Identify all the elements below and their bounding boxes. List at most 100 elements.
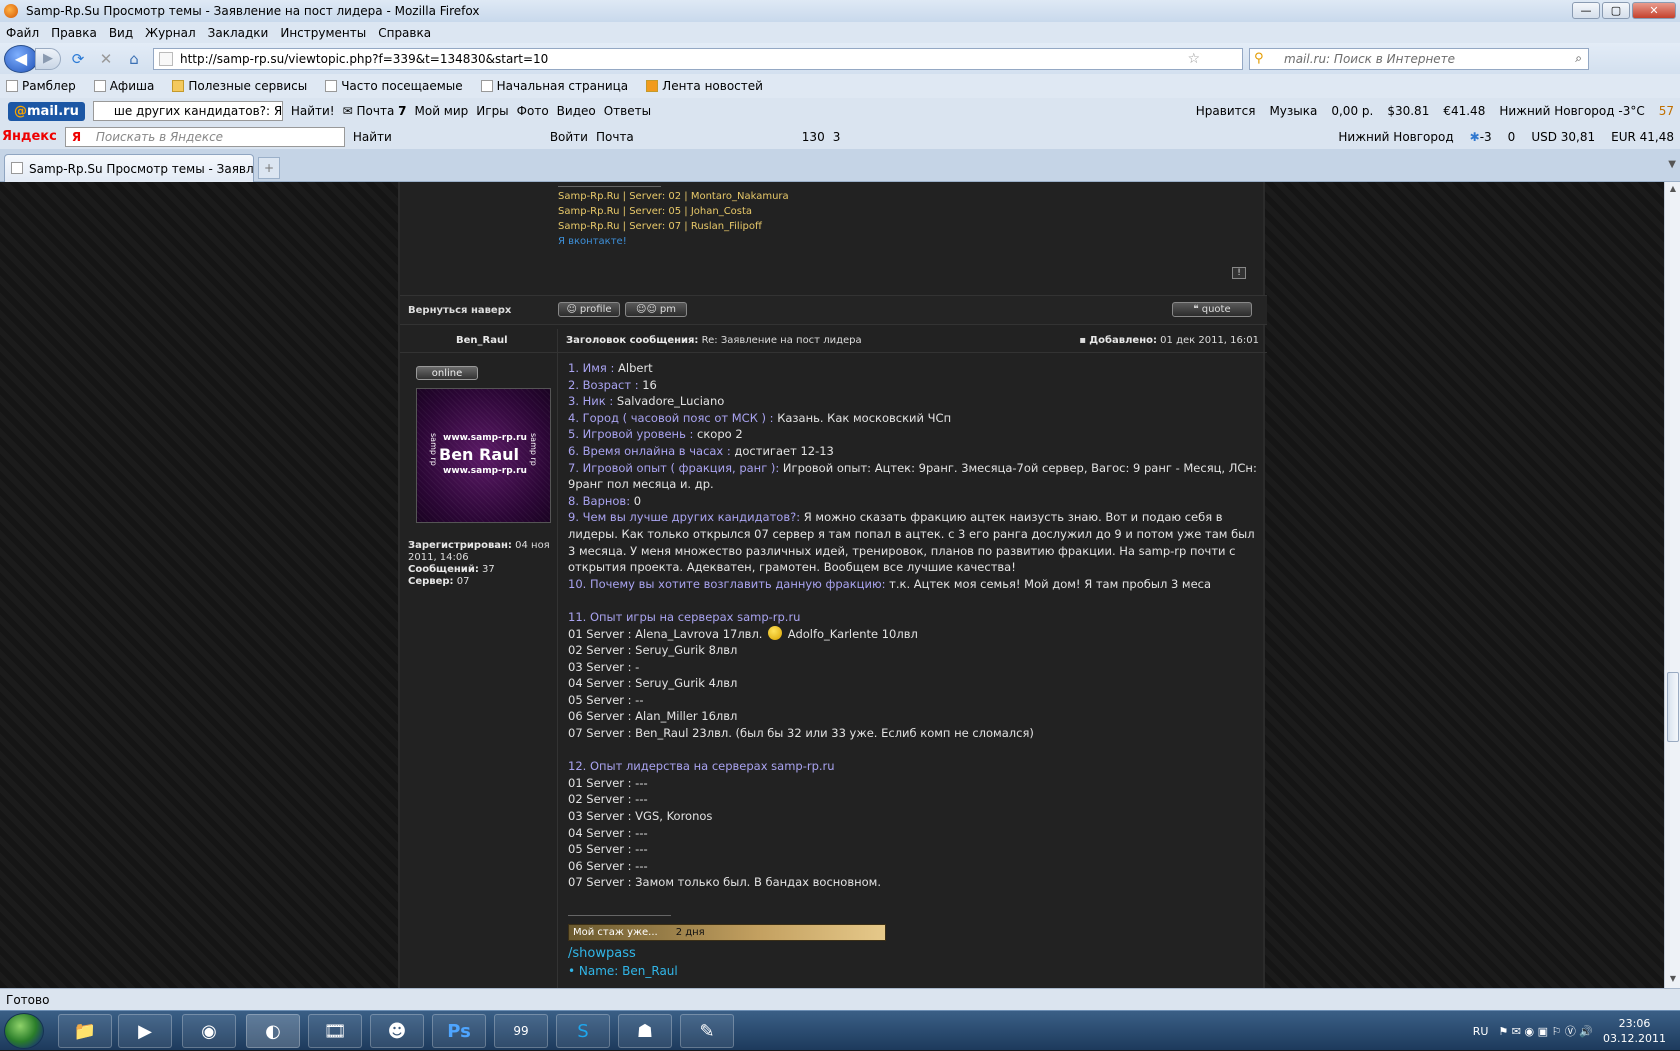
maximize-button[interactable]: ▢ <box>1602 2 1630 19</box>
language-indicator[interactable]: RU <box>1473 1025 1489 1038</box>
games-button[interactable]: Игры <box>476 104 508 118</box>
bookmark-rambler[interactable]: Рамблер <box>6 79 76 93</box>
city-label[interactable]: Нижний Новгород <box>1338 130 1453 144</box>
back-to-top-link[interactable]: Вернуться наверх <box>408 305 511 316</box>
yandex-search-input[interactable]: Я Поискать в Яндексе <box>64 126 345 147</box>
start-button[interactable] <box>4 1013 44 1049</box>
menu-bookmarks[interactable]: Закладки <box>208 26 269 40</box>
menu-tools[interactable]: Инструменты <box>280 26 366 40</box>
app-badge-icon[interactable]: 99 <box>494 1014 548 1048</box>
yandex-logo[interactable]: Яндекс <box>2 129 57 144</box>
leadership-line: 02 Server : --- <box>568 792 648 807</box>
chrome-icon[interactable]: ◉ <box>182 1014 236 1048</box>
clock[interactable]: 23:06 03.12.2011 <box>1603 1016 1666 1046</box>
forward-button[interactable]: ▶ <box>35 47 61 70</box>
my-world-button[interactable]: Мой мир <box>415 104 469 118</box>
smiley-icon <box>768 625 783 640</box>
tab-list-button[interactable]: ▼ <box>1668 159 1676 170</box>
movie-maker-icon[interactable]: 🎞 <box>308 1014 362 1048</box>
bookmarks-toolbar: Рамблер Афиша Полезные сервисы Часто пос… <box>0 74 1680 98</box>
mail-button[interactable]: ✉ Почта 7 <box>343 104 407 118</box>
search-bar[interactable]: ⚲ mail.ru: Поиск в Интернете ⌕ <box>1249 47 1589 70</box>
bookmark-news-feed[interactable]: Лента новостей <box>646 79 763 93</box>
back-button[interactable]: ◀ <box>4 44 38 73</box>
qa-line: 4. Город ( часовой пояс от МСК ) : Казан… <box>568 410 952 425</box>
firefox-taskbar-icon[interactable]: ◐ <box>246 1014 300 1048</box>
usd-label[interactable]: USD 30,81 <box>1531 130 1595 144</box>
notification-count[interactable]: 57 <box>1659 104 1674 118</box>
leadership-line: 03 Server : VGS, Koronos <box>568 809 713 824</box>
menu-edit[interactable]: Правка <box>51 26 97 40</box>
tray-icons[interactable]: ⚑ ✉ ◉ ▣ ⚐ Ⓥ 🔊 <box>1498 1023 1593 1039</box>
bookmark-useful-services[interactable]: Полезные сервисы <box>172 79 307 93</box>
mailru-search-input[interactable]: ше других кандидатов?: Я м <box>92 101 283 121</box>
eur-rate[interactable]: €41.48 <box>1443 104 1485 118</box>
new-tab-button[interactable]: + <box>258 157 280 179</box>
forward-arrow-icon: ▶ <box>43 51 53 66</box>
vk-link[interactable]: Я вконтакте! <box>558 234 789 249</box>
quote-button[interactable]: ❝ quote <box>1172 302 1252 317</box>
menu-view[interactable]: Вид <box>109 26 133 40</box>
mailru-find-button[interactable]: Найти! <box>291 104 335 118</box>
address-bar[interactable]: http://samp-rp.su/viewtopic.php?f=339&t=… <box>153 47 1243 70</box>
bookmark-start-page[interactable]: Начальная страница <box>480 79 628 93</box>
stop-button[interactable]: ✕ <box>95 48 117 70</box>
snow-icon: ✱ <box>1469 129 1480 144</box>
traffic-label[interactable]: 0 <box>1508 130 1516 144</box>
skype-icon[interactable]: S <box>556 1014 610 1048</box>
yandex-mail-button[interactable]: Почта <box>596 130 634 144</box>
pm-button[interactable]: ☺☺ pm <box>625 302 687 317</box>
bookmark-most-visited[interactable]: Часто посещаемые <box>325 79 463 93</box>
usd-rate[interactable]: $30.81 <box>1387 104 1429 118</box>
avatar-side-text: samp rp <box>429 433 438 466</box>
menu-bar: Файл Правка Вид Журнал Закладки Инструме… <box>0 22 1680 43</box>
system-tray: RU ⚑ ✉ ◉ ▣ ⚐ Ⓥ 🔊 23:06 03.12.2011 <box>1473 1011 1680 1051</box>
yandex-count-3[interactable]: 3 <box>833 130 841 144</box>
samp-icon[interactable]: ☗ <box>618 1014 672 1048</box>
balance-label[interactable]: 0,00 р. <box>1331 104 1373 118</box>
search-go-icon[interactable]: ⌕ <box>1575 51 1582 66</box>
photoshop-icon[interactable]: Ps <box>432 1014 486 1048</box>
scrollbar-thumb[interactable] <box>1667 672 1679 742</box>
vertical-scrollbar[interactable]: ▲ ▼ <box>1664 182 1680 988</box>
tab-active[interactable]: Samp-Rp.Su Просмотр темы - Заявл... <box>4 154 254 182</box>
home-button[interactable]: ⌂ <box>123 48 145 70</box>
reload-button[interactable]: ⟳ <box>67 48 89 70</box>
answers-button[interactable]: Ответы <box>604 104 651 118</box>
close-button[interactable]: ✕ <box>1632 2 1676 19</box>
menu-help[interactable]: Справка <box>378 26 431 40</box>
mailru-search-icon[interactable]: ⚲ <box>1254 51 1264 66</box>
bookmark-afisha[interactable]: Афиша <box>93 79 154 93</box>
music-button[interactable]: Музыка <box>1269 104 1317 118</box>
game-icon[interactable]: ☻ <box>370 1014 424 1048</box>
minimize-button[interactable]: — <box>1572 2 1600 19</box>
scroll-up-arrow-icon[interactable]: ▲ <box>1667 184 1679 196</box>
yandex-count-130[interactable]: 130 <box>802 130 825 144</box>
video-button[interactable]: Видео <box>557 104 596 118</box>
report-icon[interactable]: ! <box>1232 267 1246 279</box>
leadership-line: 04 Server : --- <box>568 825 648 840</box>
photo-button[interactable]: Фото <box>517 104 549 118</box>
yandex-login-button[interactable]: Войти <box>550 130 588 144</box>
experience-line: 03 Server : - <box>568 659 640 674</box>
tool-icon[interactable]: ✎ <box>680 1014 734 1048</box>
explorer-icon[interactable]: 📁 <box>58 1014 112 1048</box>
temperature-label[interactable]: ✱-3 <box>1470 130 1492 144</box>
menu-history[interactable]: Журнал <box>145 26 196 40</box>
menu-file[interactable]: Файл <box>6 26 39 40</box>
eur-label[interactable]: EUR 41,48 <box>1611 130 1674 144</box>
mailru-logo[interactable]: @mail.ru <box>8 101 85 121</box>
yandex-find-button[interactable]: Найти <box>353 130 392 144</box>
bookmark-star-icon[interactable]: ☆ <box>1187 51 1200 67</box>
qa-line: 8. Варнов: 0 <box>568 493 642 508</box>
scroll-down-arrow-icon[interactable]: ▼ <box>1667 974 1679 986</box>
avatar-url-top: www.samp-rp.ru <box>443 433 527 443</box>
weather-label[interactable]: Нижний Новгород -3°C <box>1499 104 1644 118</box>
media-player-icon[interactable]: ▶ <box>118 1014 172 1048</box>
like-button[interactable]: Нравится <box>1196 104 1256 118</box>
page-icon <box>6 80 18 92</box>
profile-button[interactable]: ☺ profile <box>558 302 620 317</box>
post-author[interactable]: Ben_Raul <box>456 335 508 346</box>
post-link-icon[interactable]: ▪ <box>1079 335 1086 346</box>
